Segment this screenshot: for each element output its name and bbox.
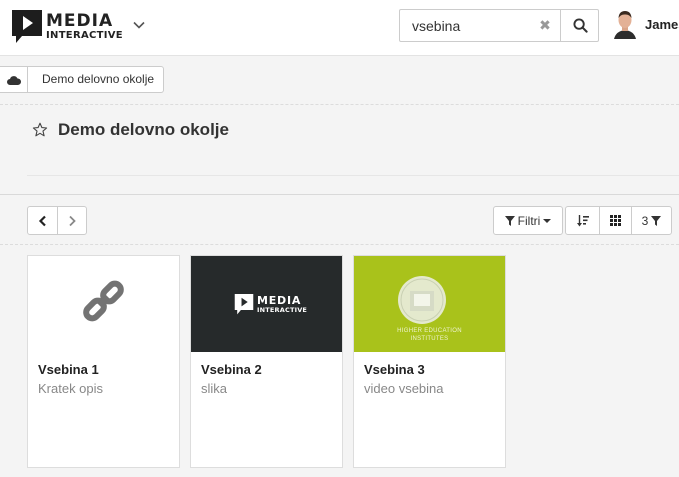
search-box: ✖ [399,9,599,42]
card-thumbnail [28,256,179,352]
content-card[interactable]: HIGHER EDUCATION INSTITUTES Vsebina 3 vi… [353,255,506,468]
prev-button[interactable] [28,207,57,234]
logo-text-media: MEDIA [46,11,114,31]
logo-play-icon [234,294,254,315]
user-name: James [645,16,679,32]
content-card[interactable]: Vsebina 1 Kratek opis [27,255,180,468]
card-title: Vsebina 2 [201,362,262,377]
divider [27,175,679,176]
star-icon[interactable] [32,122,48,138]
breadcrumb: Demo delovno okolje [0,66,165,93]
thumb-logo-media: MEDIA [257,294,302,308]
caret-down-icon [543,218,552,223]
filter-icon [504,215,515,226]
divider [0,104,679,105]
pager-group [27,206,87,235]
filter-icon [651,215,662,226]
search-input[interactable] [400,10,560,41]
top-navbar: MEDIA INTERACTIVE ✖ James [0,0,679,56]
thumb-logo-interactive: INTERACTIVE [257,306,308,315]
content-card[interactable]: MEDIA INTERACTIVE Vsebina 2 slika [190,255,343,468]
media-interactive-logo[interactable]: MEDIA INTERACTIVE [12,10,123,44]
media-interactive-logo: MEDIA INTERACTIVE [234,294,307,315]
filter-count: 3 [641,213,649,228]
user-menu[interactable]: James [612,9,679,39]
sort-icon [576,214,589,226]
thumb-caption-line1: HIGHER EDUCATION [397,328,462,334]
link-icon [83,280,124,322]
active-filters-button[interactable]: 3 [631,207,671,234]
search-button[interactable] [560,10,599,41]
logo-text-interactive: INTERACTIVE [46,30,123,41]
breadcrumb-item[interactable]: Demo delovno okolje [28,66,165,93]
view-group: 3 [565,206,672,235]
cloud-icon [6,75,21,85]
card-thumbnail: MEDIA INTERACTIVE [191,256,342,352]
filter-button[interactable]: Filtri [494,207,562,234]
grid-view-button[interactable] [599,207,631,234]
logo-play-icon [12,10,42,43]
card-subtitle: Kratek opis [38,381,104,396]
grid-icon [610,215,621,226]
next-button[interactable] [57,207,86,234]
breadcrumb-home[interactable] [0,66,28,93]
search-icon [572,18,588,33]
divider [0,194,679,195]
chevron-left-icon [38,215,46,226]
divider [0,244,679,245]
thumb-caption-line2: INSTITUTES [410,336,449,342]
page-title: Demo delovno okolje [58,120,229,139]
card-subtitle: video vsebina [364,381,444,396]
avatar [612,9,638,39]
card-title: Vsebina 3 [364,362,425,377]
chevron-down-icon[interactable] [132,18,146,32]
page-header: Demo delovno okolje [32,120,229,140]
card-title: Vsebina 1 [38,362,99,377]
clear-search-icon[interactable]: ✖ [538,18,552,32]
chevron-right-icon [69,215,76,226]
sort-button[interactable] [566,207,599,234]
filter-group: Filtri [493,206,563,235]
card-subtitle: slika [201,381,228,396]
card-thumbnail: HIGHER EDUCATION INSTITUTES [354,256,505,352]
filter-label: Filtri [517,213,541,228]
